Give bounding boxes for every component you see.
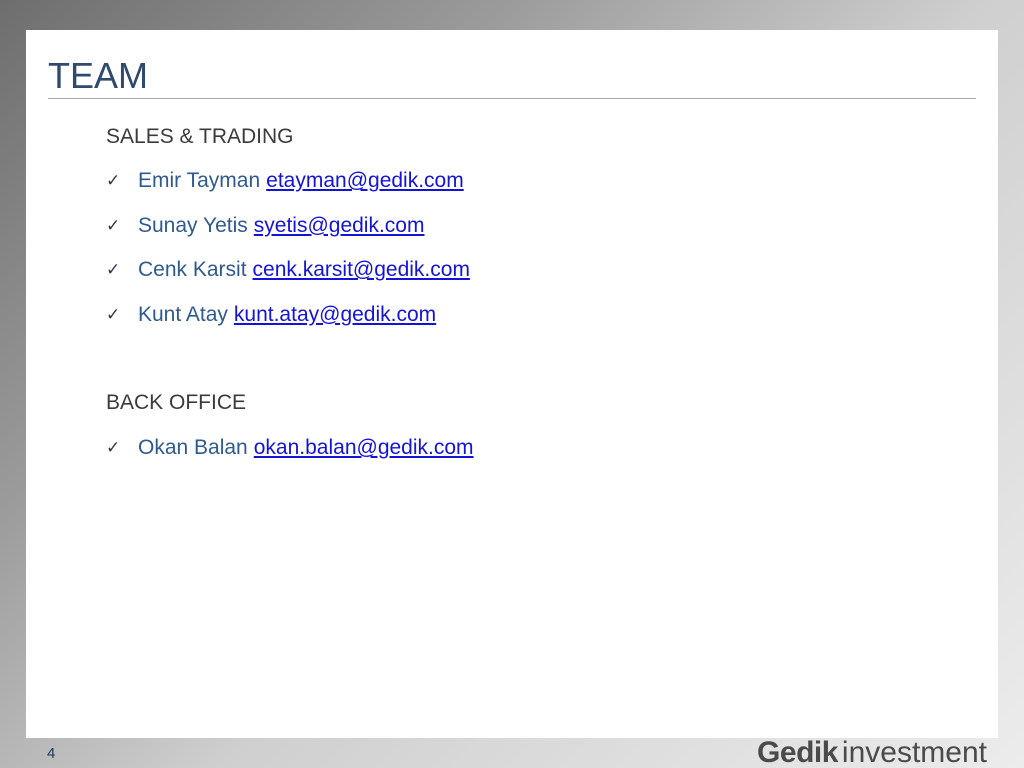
- section-heading-sales-trading: SALES & TRADING: [106, 125, 294, 148]
- email-link[interactable]: etayman@gedik.com: [266, 168, 464, 194]
- section-heading-back-office: BACK OFFICE: [106, 391, 247, 414]
- slide-panel: TEAM SALES & TRADING ✓ Emir Tayman etaym…: [26, 30, 998, 738]
- member-name: Okan Balan: [138, 436, 248, 460]
- email-link[interactable]: kunt.atay@gedik.com: [234, 302, 436, 328]
- checkmark-icon: ✓: [106, 215, 121, 236]
- page-number: 4: [47, 745, 56, 762]
- list-item: ✓ Kunt Atay kunt.atay@gedik.com: [106, 293, 470, 338]
- slide-title: TEAM: [48, 55, 149, 96]
- email-link[interactable]: okan.balan@gedik.com: [254, 435, 474, 461]
- brand-logo: Gedik investment: [757, 735, 987, 768]
- member-name: Cenk Karsit: [138, 258, 247, 282]
- list-item: ✓ Okan Balan okan.balan@gedik.com: [106, 426, 474, 471]
- member-name: Sunay Yetis: [138, 213, 248, 237]
- checkmark-icon: ✓: [106, 171, 121, 192]
- checkmark-icon: ✓: [106, 438, 121, 459]
- list-item: ✓ Sunay Yetis syetis@gedik.com: [106, 204, 470, 249]
- member-name: Emir Tayman: [138, 169, 261, 193]
- back-office-list: ✓ Okan Balan okan.balan@gedik.com: [106, 426, 474, 471]
- checkmark-icon: ✓: [106, 260, 121, 281]
- brand-logo-bold: Gedik: [757, 736, 838, 768]
- email-link[interactable]: syetis@gedik.com: [254, 213, 425, 239]
- list-item: ✓ Cenk Karsit cenk.karsit@gedik.com: [106, 248, 470, 293]
- checkmark-icon: ✓: [106, 304, 121, 325]
- sales-trading-list: ✓ Emir Tayman etayman@gedik.com ✓ Sunay …: [106, 159, 470, 337]
- email-link[interactable]: cenk.karsit@gedik.com: [253, 257, 470, 283]
- title-divider: [48, 98, 976, 99]
- brand-logo-light: investment: [841, 736, 987, 768]
- list-item: ✓ Emir Tayman etayman@gedik.com: [106, 159, 470, 204]
- member-name: Kunt Atay: [138, 302, 228, 326]
